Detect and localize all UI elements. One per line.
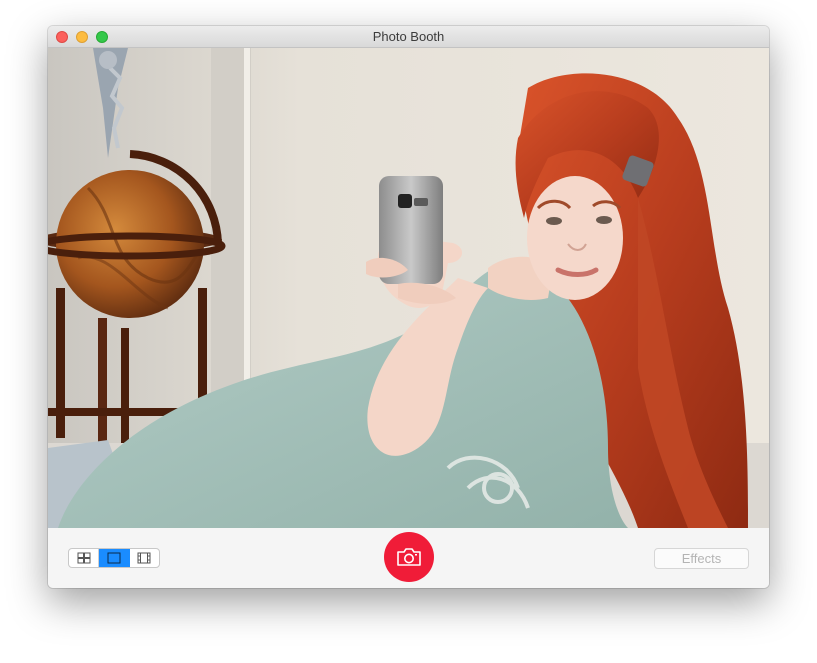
- title-bar[interactable]: Photo Booth: [48, 26, 769, 48]
- film-strip-icon: [137, 552, 151, 564]
- camera-icon: [397, 548, 421, 566]
- single-frame-icon: [107, 552, 121, 564]
- take-photo-button[interactable]: [384, 532, 434, 582]
- four-up-mode-button[interactable]: [69, 549, 100, 567]
- view-mode-selector[interactable]: [68, 548, 160, 568]
- single-photo-mode-button[interactable]: [99, 549, 130, 567]
- bottom-toolbar: Effects: [48, 528, 769, 588]
- camera-preview: [48, 48, 769, 528]
- window-title: Photo Booth: [372, 29, 445, 44]
- grid-4-icon: [77, 552, 91, 564]
- face: [527, 176, 623, 300]
- effects-button[interactable]: Effects: [654, 548, 749, 569]
- photo-booth-window: Photo Booth Effects: [48, 26, 769, 588]
- video-mode-button[interactable]: [130, 549, 159, 567]
